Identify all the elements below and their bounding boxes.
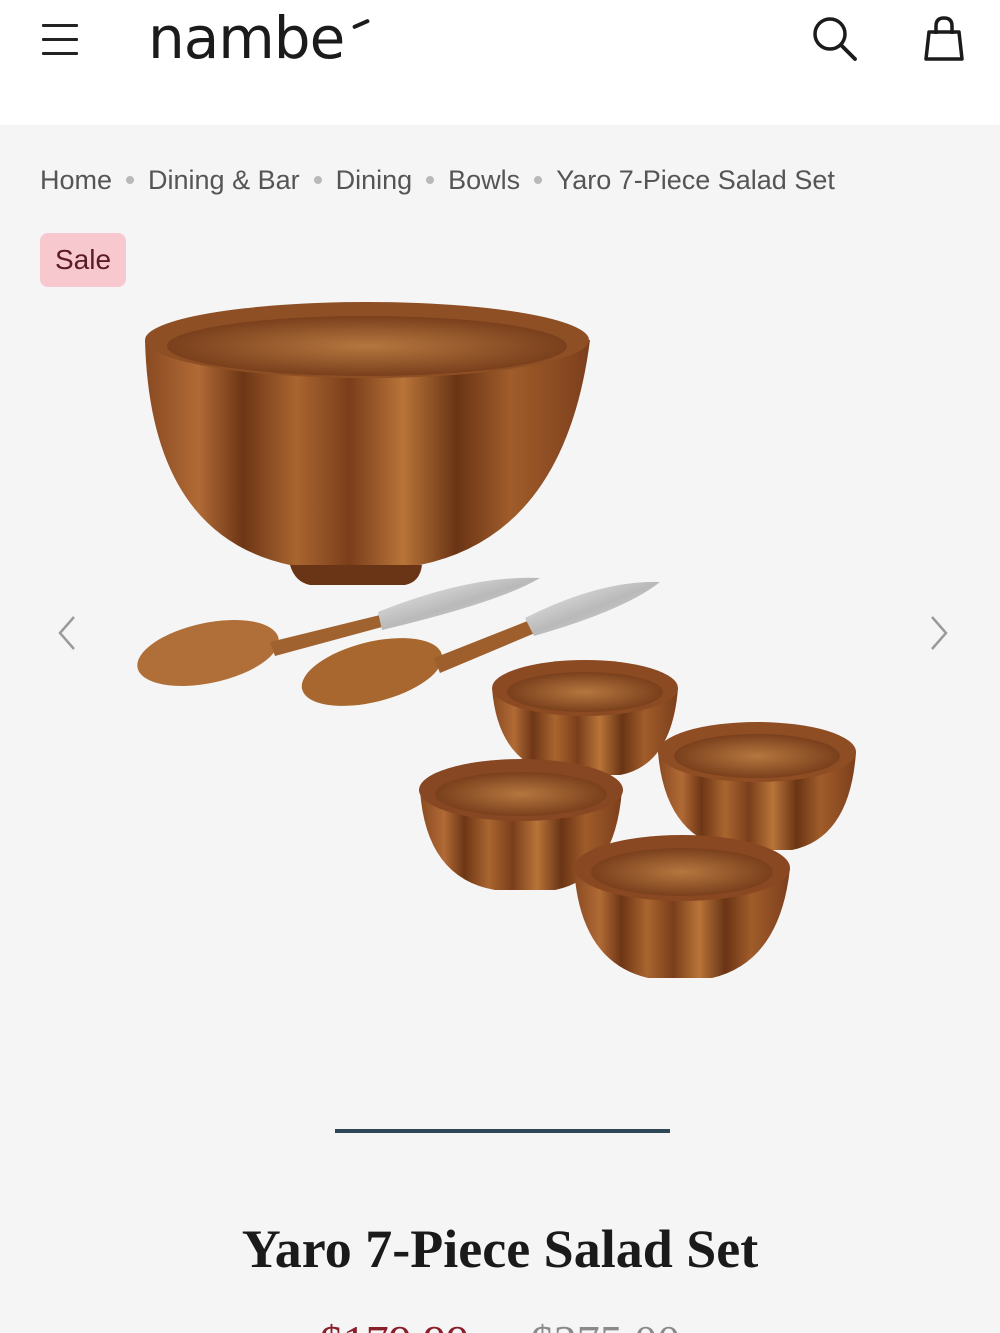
original-price: $275.00: [531, 1316, 681, 1333]
hamburger-icon-line: [42, 52, 78, 55]
chevron-right-icon: [931, 616, 948, 650]
site-header: nambe: [0, 0, 1000, 125]
breadcrumb-separator: [426, 176, 435, 184]
breadcrumb-bowls[interactable]: Bowls: [448, 165, 520, 196]
individual-bowl: [492, 660, 678, 775]
breadcrumb-home[interactable]: Home: [40, 165, 112, 196]
search-button[interactable]: [808, 12, 862, 66]
shopping-bag-icon: [924, 16, 964, 61]
hamburger-icon-line: [42, 24, 78, 27]
breadcrumb-dining-bar[interactable]: Dining & Bar: [148, 165, 300, 196]
breadcrumb-separator: [126, 176, 135, 184]
logo-accent: [351, 18, 371, 30]
product-image[interactable]: [120, 290, 880, 1010]
chevron-left-icon: [58, 616, 75, 650]
product-gallery: [0, 290, 1000, 1010]
menu-button[interactable]: [38, 18, 82, 60]
brand-logo[interactable]: nambe: [148, 6, 345, 70]
serving-bowl: [145, 302, 590, 585]
sale-badge: Sale: [40, 233, 126, 287]
breadcrumb-current: Yaro 7-Piece Salad Set: [556, 164, 835, 195]
breadcrumb-separator: [534, 176, 543, 184]
sale-price: $179.99: [320, 1316, 470, 1333]
gallery-progress-bar: [335, 1129, 670, 1133]
gallery-prev-button[interactable]: [48, 603, 88, 663]
hamburger-icon-line: [42, 38, 78, 41]
search-icon: [813, 17, 857, 61]
individual-bowl: [658, 722, 856, 850]
product-title: Yaro 7-Piece Salad Set: [241, 1219, 759, 1279]
cart-button[interactable]: [917, 12, 971, 66]
price-row: $179.99 $275.00: [0, 1312, 1000, 1333]
breadcrumb: Home Dining & Bar Dining Bowls Yaro 7-Pi…: [40, 160, 835, 200]
breadcrumb-dining[interactable]: Dining: [336, 165, 413, 196]
breadcrumb-separator: [313, 176, 322, 184]
individual-bowl: [574, 835, 790, 978]
gallery-next-button[interactable]: [918, 603, 958, 663]
gallery-progress-fill: [335, 1129, 670, 1133]
